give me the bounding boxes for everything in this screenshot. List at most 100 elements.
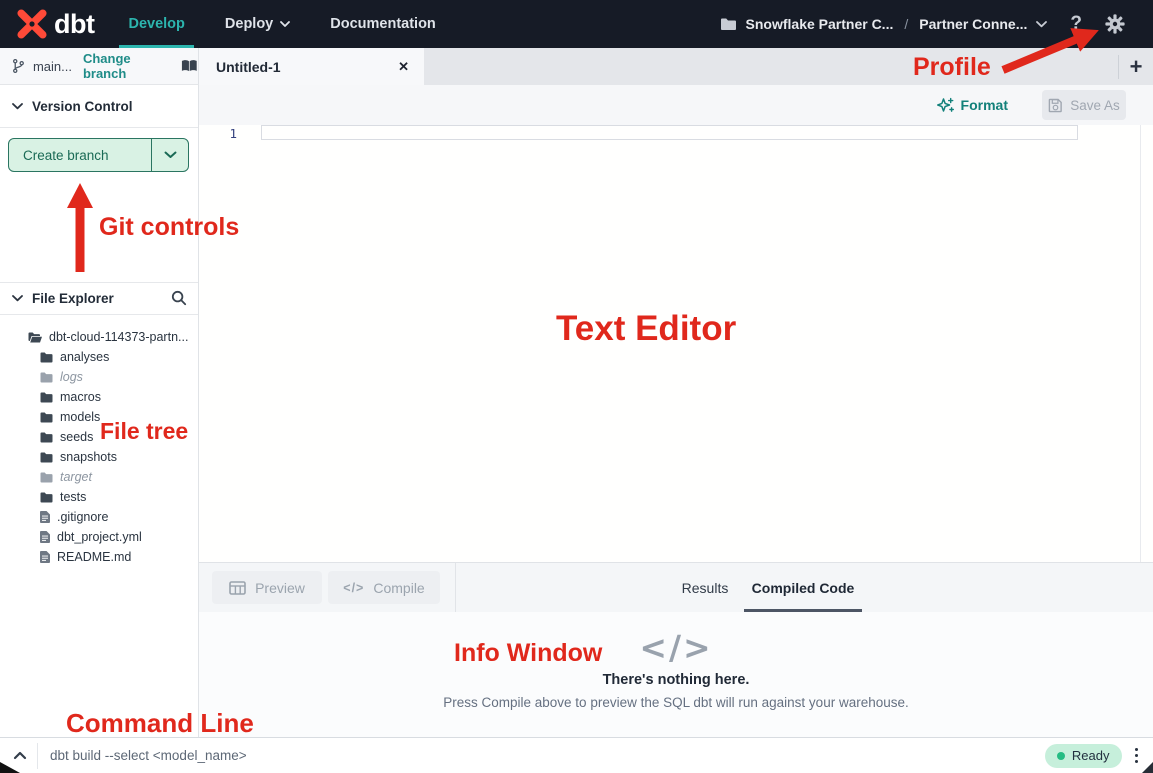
tree-item-seeds[interactable]: seeds	[0, 427, 198, 447]
status-label: Ready	[1072, 748, 1110, 763]
tab-results[interactable]: Results	[669, 563, 741, 613]
top-navbar: dbt Develop Deploy Documentation Snowfla…	[0, 0, 1153, 48]
version-control-header[interactable]: Version Control	[0, 85, 198, 128]
command-bar-divider	[37, 743, 38, 769]
project-selector[interactable]: Snowflake Partner C... / Partner Conne..…	[720, 16, 1048, 32]
editor-tab-bar: Untitled-1 ✕ +	[199, 48, 1153, 85]
file-explorer-header[interactable]: File Explorer	[0, 282, 198, 315]
dbt-logo-icon	[16, 8, 48, 40]
panel-divider	[455, 563, 456, 613]
file-tree: dbt-cloud-114373-partn... analyses logs mac…	[0, 327, 198, 567]
help-button[interactable]: ?	[1070, 13, 1082, 35]
chevron-down-icon	[12, 103, 23, 110]
git-branch-icon	[12, 58, 25, 74]
folder-icon	[40, 392, 53, 403]
tree-item-label: .gitignore	[57, 510, 108, 524]
compile-button[interactable]: </> Compile	[328, 571, 440, 604]
status-dot	[1057, 752, 1065, 760]
resize-grip[interactable]	[1142, 762, 1153, 773]
editor-scroll-gutter	[1140, 125, 1141, 562]
tab-compiled-code[interactable]: Compiled Code	[744, 563, 862, 613]
tree-item-label: dbt-cloud-114373-partn...	[49, 330, 188, 344]
editor-current-line[interactable]	[261, 125, 1078, 140]
nav-documentation-label: Documentation	[330, 16, 436, 32]
file-icon	[40, 531, 50, 543]
breadcrumb-separator: /	[904, 16, 908, 32]
tabbar-spacer	[424, 48, 1118, 85]
tree-item-label: logs	[60, 370, 83, 384]
kebab-menu-icon[interactable]	[1135, 748, 1139, 764]
folder-icon	[720, 18, 737, 31]
file-icon	[40, 551, 50, 563]
version-control-title: Version Control	[32, 99, 133, 114]
text-editor[interactable]: 1	[199, 125, 1153, 562]
tree-item-target[interactable]: target	[0, 467, 198, 487]
info-window: </> There's nothing here. Press Compile …	[199, 612, 1153, 737]
tree-item-label: tests	[60, 490, 86, 504]
tree-item-label: target	[60, 470, 92, 484]
tree-item-macros[interactable]: macros	[0, 387, 198, 407]
tree-item-dbt-project-yml[interactable]: dbt_project.yml	[0, 527, 198, 547]
tree-item-label: README.md	[57, 550, 131, 564]
tree-item-logs[interactable]: logs	[0, 367, 198, 387]
tree-item-label: seeds	[60, 430, 93, 444]
create-branch-dropdown[interactable]	[151, 139, 188, 171]
command-input[interactable]: dbt build --select <model_name>	[50, 748, 1045, 763]
git-bar: main... Change branch	[0, 48, 199, 85]
chevron-up-icon[interactable]	[13, 751, 27, 760]
bottom-panel-toolbar: Preview </> Compile Results Compiled Cod…	[199, 562, 1153, 612]
nav-documentation[interactable]: Documentation	[330, 0, 436, 48]
editor-toolbar: Format Save As	[199, 85, 1153, 125]
code-icon: </>	[343, 581, 364, 595]
folder-icon	[40, 352, 53, 363]
dbt-logo-text: dbt	[54, 9, 94, 40]
account-name: Snowflake Partner C...	[746, 16, 894, 32]
settings-gear-icon[interactable]	[1105, 14, 1125, 34]
nav-develop[interactable]: Develop	[128, 0, 184, 48]
tree-item-tests[interactable]: tests	[0, 487, 198, 507]
docs-book-icon[interactable]	[181, 59, 198, 73]
sidebar: Version Control Create branch File Explo…	[0, 85, 199, 737]
empty-state-title: There's nothing here.	[603, 672, 750, 688]
tab-untitled-1[interactable]: Untitled-1 ✕	[199, 48, 424, 85]
folder-icon	[40, 372, 53, 383]
new-tab-button[interactable]: +	[1119, 54, 1153, 80]
tree-item-label: snapshots	[60, 450, 117, 464]
tree-item-readme-md[interactable]: README.md	[0, 547, 198, 567]
tree-item-snapshots[interactable]: snapshots	[0, 447, 198, 467]
folder-icon	[40, 452, 53, 463]
tree-item-label: models	[60, 410, 100, 424]
project-name: Partner Conne...	[919, 16, 1027, 32]
navbar-right: Snowflake Partner C... / Partner Conne..…	[720, 13, 1153, 35]
tree-item-gitignore[interactable]: .gitignore	[0, 507, 198, 527]
close-tab-icon[interactable]: ✕	[398, 59, 409, 75]
nav-deploy[interactable]: Deploy	[225, 0, 290, 48]
change-branch-link[interactable]: Change branch	[83, 51, 170, 81]
folder-icon	[40, 432, 53, 443]
chevron-down-icon	[1036, 21, 1047, 28]
folder-icon	[40, 492, 53, 503]
tree-item-analyses[interactable]: analyses	[0, 347, 198, 367]
folder-open-icon	[28, 332, 42, 343]
chevron-down-icon	[280, 21, 290, 28]
dbt-logo[interactable]: dbt	[16, 8, 94, 40]
tree-item-label: macros	[60, 390, 101, 404]
search-icon[interactable]	[171, 290, 187, 306]
create-branch-label[interactable]: Create branch	[9, 139, 151, 171]
folder-icon	[40, 412, 53, 423]
current-branch: main...	[33, 59, 72, 74]
dbt-cloud-ide: dbt Develop Deploy Documentation Snowfla…	[0, 0, 1153, 773]
preview-button[interactable]: Preview	[212, 571, 322, 604]
format-label: Format	[961, 97, 1008, 113]
chevron-down-icon	[164, 151, 177, 159]
file-icon	[40, 511, 50, 523]
tree-item-dbt-cloud-114373-partn[interactable]: dbt-cloud-114373-partn...	[0, 327, 198, 347]
file-explorer-title: File Explorer	[32, 291, 114, 306]
create-branch-button[interactable]: Create branch	[8, 138, 189, 172]
nav-develop-label: Develop	[128, 16, 184, 32]
command-bar: dbt build --select <model_name> Ready	[0, 737, 1153, 773]
tree-item-label: analyses	[60, 350, 109, 364]
tree-item-models[interactable]: models	[0, 407, 198, 427]
format-button[interactable]: Format	[937, 85, 1008, 125]
save-as-button[interactable]: Save As	[1042, 90, 1126, 120]
